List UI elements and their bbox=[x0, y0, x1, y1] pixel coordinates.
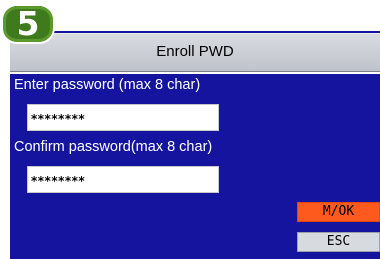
step-number: 5 bbox=[16, 4, 40, 43]
esc-button[interactable]: ESC bbox=[297, 232, 380, 252]
confirm-password-value: ******** bbox=[31, 174, 86, 188]
password-value: ******** bbox=[31, 112, 86, 126]
confirm-password-label: Confirm password(max 8 char) bbox=[14, 139, 213, 155]
title-bar: Enroll PWD bbox=[10, 33, 380, 72]
window-title: Enroll PWD bbox=[156, 43, 234, 60]
step-badge: 5 bbox=[3, 4, 53, 43]
password-field[interactable]: ******** bbox=[27, 104, 219, 131]
password-label: Enter password (max 8 char) bbox=[14, 77, 201, 93]
ok-button[interactable]: M/OK bbox=[297, 202, 380, 222]
confirm-password-field[interactable]: ******** bbox=[27, 166, 219, 193]
